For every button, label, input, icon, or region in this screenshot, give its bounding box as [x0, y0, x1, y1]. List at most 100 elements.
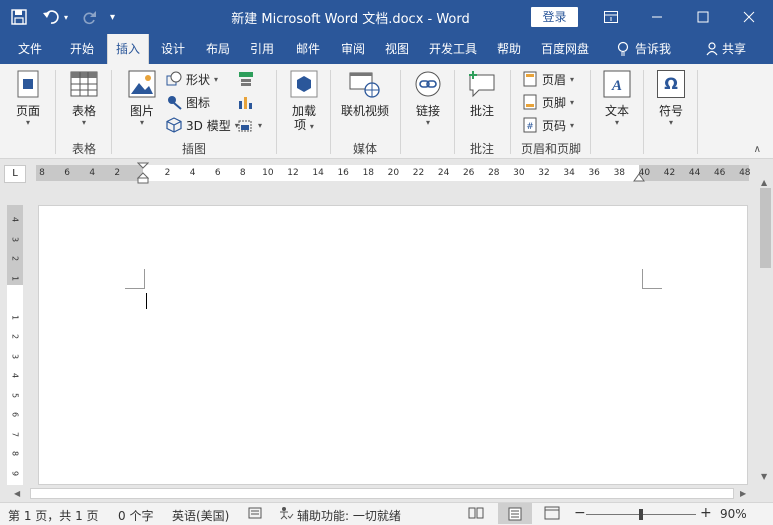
zoom-in-button[interactable]: + — [700, 505, 712, 521]
omega-glyph: Ω — [657, 70, 685, 98]
page-number-button[interactable]: # 页码 ▾ — [522, 115, 574, 135]
ruler-tick-label: 30 — [513, 168, 525, 178]
accessibility-status[interactable]: 辅助功能: 一切就绪 — [297, 507, 401, 524]
ruler-tick-label: 8 — [39, 168, 45, 178]
chart-button[interactable] — [238, 92, 254, 112]
ruler-tick-label: 26 — [462, 168, 475, 178]
scroll-left-icon[interactable]: ◀ — [14, 489, 20, 498]
header-button[interactable]: 页眉 ▾ — [522, 69, 574, 89]
symbols-button[interactable]: Ω 符号 ▾ — [653, 68, 689, 127]
chevron-down-icon: ▾ — [214, 74, 219, 84]
comment-button[interactable]: 批注 — [464, 68, 500, 118]
smartart-button[interactable] — [238, 69, 254, 89]
zoom-slider-thumb[interactable] — [639, 509, 643, 520]
tab-home[interactable]: 开始 — [60, 34, 104, 64]
accessibility-icon[interactable] — [278, 506, 294, 523]
ruler-tick-label: 48 — [739, 168, 751, 178]
pictures-button[interactable]: 图片 ▾ — [124, 68, 160, 127]
textbox-icon: A — [601, 68, 633, 100]
text-label: 文本 — [604, 104, 629, 118]
minimize-icon[interactable] — [634, 0, 680, 34]
group-separator — [454, 70, 455, 154]
print-layout-icon[interactable] — [498, 503, 532, 524]
online-video-icon — [349, 68, 381, 100]
tab-help[interactable]: 帮助 — [489, 34, 529, 64]
footer-button[interactable]: 页脚 ▾ — [522, 92, 574, 112]
smartart-icon — [238, 71, 254, 87]
links-label: 链接 — [415, 104, 440, 118]
group-label-comments: 批注 — [469, 142, 494, 156]
tab-review[interactable]: 审阅 — [333, 34, 373, 64]
tab-file[interactable]: 文件 — [8, 34, 52, 64]
web-layout-icon[interactable] — [544, 506, 560, 523]
chevron-down-icon: ▾ — [668, 118, 673, 127]
svg-text:#: # — [526, 122, 534, 132]
tab-baidu-netdisk[interactable]: 百度网盘 — [533, 34, 597, 64]
tab-references[interactable]: 引用 — [242, 34, 282, 64]
vertical-scrollbar[interactable]: ▲ ▼ — [757, 160, 773, 485]
svg-text:A: A — [611, 78, 622, 94]
screenshot-button[interactable]: ▾ — [238, 115, 262, 135]
scroll-right-icon[interactable]: ▶ — [740, 489, 746, 498]
horizontal-scroll-thumb[interactable] — [30, 488, 734, 499]
horizontal-scrollbar[interactable]: ◀ ▶ — [0, 485, 773, 502]
ruler-tick-label: 8 — [239, 168, 246, 178]
tell-me-box[interactable]: 告诉我 — [604, 34, 684, 64]
3d-models-button[interactable]: 3D 模型 ▾ — [166, 115, 239, 135]
footer-label: 页脚 — [542, 95, 567, 110]
tab-mailings[interactable]: 邮件 — [288, 34, 328, 64]
vertical-ruler-tick-label: 1 — [10, 275, 20, 281]
tab-design[interactable]: 设计 — [153, 34, 193, 64]
scroll-down-icon[interactable]: ▼ — [761, 472, 767, 481]
3d-models-label: 3D 模型 — [186, 118, 231, 133]
group-separator — [276, 70, 277, 154]
header-label: 页眉 — [542, 72, 567, 87]
group-separator — [643, 70, 644, 154]
ruler-tick-label: 32 — [538, 168, 550, 178]
tab-insert[interactable]: 插入 — [107, 34, 149, 64]
table-button[interactable]: 表格 ▾ — [66, 68, 102, 127]
chevron-down-icon: ▾ — [570, 97, 575, 107]
ruler-tick-label: 46 — [713, 168, 726, 178]
text-button[interactable]: A 文本 ▾ — [599, 68, 635, 127]
collapse-ribbon-icon[interactable]: ∧ — [754, 144, 761, 155]
header-icon — [522, 71, 538, 87]
maximize-icon[interactable] — [680, 0, 726, 34]
chart-icon — [238, 94, 254, 110]
group-label-media: 媒体 — [352, 142, 377, 156]
shapes-icon — [166, 71, 182, 87]
zoom-out-button[interactable]: − — [574, 505, 586, 521]
links-button[interactable]: 链接 ▾ — [410, 68, 446, 127]
vertical-ruler[interactable]: 432112345678910 — [7, 205, 23, 498]
page-count[interactable]: 第 1 页，共 1 页 — [8, 507, 99, 524]
shapes-button[interactable]: 形状 ▾ — [166, 69, 218, 89]
online-video-button[interactable]: 联机视频 — [338, 68, 392, 118]
language-status[interactable]: 英语(美国) — [172, 507, 229, 524]
pages-button[interactable]: 页面 ▾ — [10, 68, 46, 127]
word-count[interactable]: 0 个字 — [118, 507, 153, 524]
share-button[interactable]: 共享 — [698, 34, 754, 64]
vertical-scroll-thumb[interactable] — [760, 188, 771, 268]
icons-button[interactable]: 图标 — [166, 92, 210, 112]
zoom-level[interactable]: 90% — [720, 507, 747, 521]
group-separator — [330, 70, 331, 154]
addins-button[interactable]: 加载项 ▾ — [286, 68, 322, 134]
vertical-ruler-tick-label: 3 — [10, 236, 20, 242]
tab-view[interactable]: 视图 — [377, 34, 417, 64]
page-number-icon: # — [522, 117, 538, 133]
horizontal-ruler[interactable]: 8 6 4 2 2 4 6 8 10 12 14 16 18 20 22 24 26 28 30 32 34 36 38 40… — [36, 162, 751, 184]
ribbon-display-icon[interactable] — [588, 0, 634, 34]
scroll-up-icon[interactable]: ▲ — [761, 178, 767, 187]
login-button[interactable]: 登录 — [531, 7, 578, 27]
document-page[interactable] — [38, 205, 748, 485]
ruler-tick-label: 14 — [312, 168, 324, 178]
tab-developer[interactable]: 开发工具 — [422, 34, 484, 64]
vertical-ruler-tick-label: 1 — [10, 314, 20, 320]
close-icon[interactable] — [726, 0, 772, 34]
tab-layout[interactable]: 布局 — [198, 34, 238, 64]
ruler-tick-label: 22 — [412, 168, 425, 178]
read-mode-icon[interactable] — [468, 506, 484, 523]
tab-selector[interactable]: L — [4, 165, 26, 183]
macro-recording-icon[interactable] — [248, 506, 262, 523]
indent-marker[interactable] — [137, 162, 149, 184]
